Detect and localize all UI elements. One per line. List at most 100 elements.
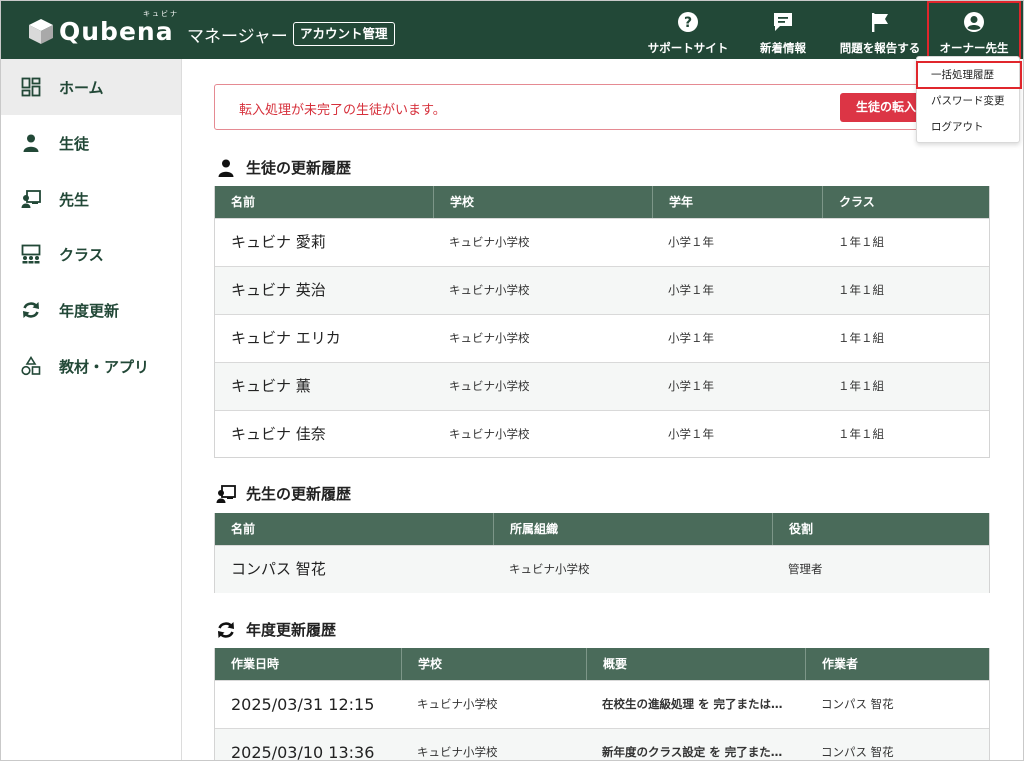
col-class[interactable]: クラス xyxy=(822,186,991,218)
owner-teacher-menu[interactable]: オーナー先生 xyxy=(927,1,1021,59)
year-update-section-title: 年度更新履歴 xyxy=(216,619,336,640)
student-school: キュビナ小学校 xyxy=(449,427,530,441)
student-grade: 小学１年 xyxy=(668,235,714,249)
qubena-logo[interactable]: Qubena キュビナ xyxy=(27,10,187,47)
sidebar: ホーム 生徒 先生 クラス 年度更新 教材・アプリ xyxy=(1,59,182,760)
student-school: キュビナ小学校 xyxy=(449,235,530,249)
student-grade: 小学１年 xyxy=(668,331,714,345)
table-row[interactable]: コンパス 智花 キュビナ小学校 管理者 xyxy=(215,545,989,593)
student-name[interactable]: キュビナ 薫 xyxy=(215,363,311,410)
user-menu-dropdown: 一括処理履歴 パスワード変更 ログアウト xyxy=(916,56,1022,143)
table-header: 名前 所属組織 役割 xyxy=(215,513,989,545)
col-school[interactable]: 学校 xyxy=(433,186,652,218)
sidebar-label-students: 生徒 xyxy=(59,134,90,153)
table-row[interactable]: キュビナ 薫 キュビナ小学校 小学１年 １年１組 xyxy=(215,362,989,410)
sidebar-label-teachers: 先生 xyxy=(59,190,90,209)
sidebar-item-materials-apps[interactable]: 教材・アプリ xyxy=(1,338,181,394)
logo-ruby: キュビナ xyxy=(143,10,179,18)
teacher-icon xyxy=(216,484,236,503)
update-summary: 在校生の進級処理 を 完了または… xyxy=(586,681,805,728)
student-transfer-button[interactable]: 生徒の転入 xyxy=(840,93,920,122)
sidebar-item-year-update[interactable]: 年度更新 xyxy=(1,282,181,338)
cube-logo-icon xyxy=(29,19,53,44)
update-datetime[interactable]: 2025/03/31 12:15 xyxy=(215,681,374,728)
summary-bold: 在校生の進級処理 xyxy=(602,697,694,711)
help-circle-icon: ? xyxy=(678,12,698,32)
student-school: キュビナ小学校 xyxy=(449,379,530,393)
student-name[interactable]: キュビナ エリカ xyxy=(215,315,341,362)
col-organization[interactable]: 所属組織 xyxy=(493,513,772,545)
table-row[interactable]: キュビナ 英治 キュビナ小学校 小学１年 １年１組 xyxy=(215,266,989,314)
message-icon xyxy=(774,13,792,31)
col-grade[interactable]: 学年 xyxy=(652,186,822,218)
year-update-title-text: 年度更新履歴 xyxy=(246,621,337,639)
student-name[interactable]: キュビナ 佳奈 xyxy=(215,411,326,458)
student-school: キュビナ小学校 xyxy=(449,331,530,345)
update-summary: 新年度のクラス設定 を 完了また… xyxy=(586,729,805,760)
support-site-link[interactable]: ? サポートサイト xyxy=(644,1,732,59)
student-grade: 小学１年 xyxy=(668,283,714,297)
table-row[interactable]: キュビナ 佳奈 キュビナ小学校 小学１年 １年１組 xyxy=(215,410,989,458)
sidebar-item-teachers[interactable]: 先生 xyxy=(1,171,181,227)
menu-logout[interactable]: ログアウト xyxy=(917,114,1021,140)
sidebar-item-home[interactable]: ホーム xyxy=(1,59,181,115)
teachers-title-text: 先生の更新履歴 xyxy=(246,485,352,503)
menu-change-password[interactable]: パスワード変更 xyxy=(917,88,1021,114)
student-icon xyxy=(23,134,39,152)
transfer-alert: 転入処理が未完了の生徒がいます。 生徒の転入 xyxy=(214,84,990,130)
student-class: １年１組 xyxy=(838,427,884,441)
student-name[interactable]: キュビナ 愛莉 xyxy=(215,219,326,266)
report-problem-label: 問題を報告する xyxy=(839,41,921,55)
summary-rest: を 完了また… xyxy=(705,745,783,759)
teachers-table: 名前 所属組織 役割 コンパス 智花 キュビナ小学校 管理者 xyxy=(214,513,990,593)
news-link[interactable]: 新着情報 xyxy=(751,1,815,59)
sidebar-label-home: ホーム xyxy=(59,78,104,97)
col-name[interactable]: 名前 xyxy=(215,513,493,545)
sidebar-label-materials-apps: 教材・アプリ xyxy=(59,357,150,376)
logo-text: Qubena xyxy=(59,16,174,46)
col-datetime[interactable]: 作業日時 xyxy=(215,648,401,680)
class-icon xyxy=(21,244,41,264)
teacher-icon xyxy=(21,190,41,208)
teachers-section-title: 先生の更新履歴 xyxy=(216,483,351,504)
teacher-name[interactable]: コンパス 智花 xyxy=(215,546,326,593)
col-role[interactable]: 役割 xyxy=(772,513,991,545)
sidebar-item-classes[interactable]: クラス xyxy=(1,226,181,282)
col-summary[interactable]: 概要 xyxy=(586,648,805,680)
user-circle-icon xyxy=(964,12,984,32)
menu-batch-history[interactable]: 一括処理履歴 xyxy=(916,61,1022,89)
summary-bold: 新年度のクラス設定 xyxy=(602,745,706,759)
student-grade: 小学１年 xyxy=(668,379,714,393)
report-problem-link[interactable]: 問題を報告する xyxy=(836,1,924,59)
dashboard-icon xyxy=(21,77,41,97)
student-class: １年１組 xyxy=(838,379,884,393)
student-name[interactable]: キュビナ 英治 xyxy=(215,267,326,314)
table-row[interactable]: キュビナ 愛莉 キュビナ小学校 小学１年 １年１組 xyxy=(215,218,989,266)
support-site-label: サポートサイト xyxy=(647,41,729,55)
app-name: マネージャー xyxy=(187,27,288,47)
table-row[interactable]: 2025/03/10 13:36 キュビナ小学校 新年度のクラス設定 を 完了ま… xyxy=(215,728,989,760)
alert-message: 転入処理が未完了の生徒がいます。 xyxy=(239,103,446,118)
col-worker[interactable]: 作業者 xyxy=(805,648,991,680)
refresh-icon xyxy=(23,302,39,318)
col-name[interactable]: 名前 xyxy=(215,186,433,218)
student-class: １年１組 xyxy=(838,331,884,345)
students-table: 名前 学校 学年 クラス キュビナ 愛莉 キュビナ小学校 小学１年 １年１組 キ… xyxy=(214,186,990,458)
student-class: １年１組 xyxy=(838,235,884,249)
svg-text:?: ? xyxy=(684,15,692,31)
student-class: １年１組 xyxy=(838,283,884,297)
summary-rest: を 完了または… xyxy=(694,697,783,711)
col-school[interactable]: 学校 xyxy=(401,648,586,680)
owner-teacher-label: オーナー先生 xyxy=(939,41,1009,55)
table-header: 作業日時 学校 概要 作業者 xyxy=(215,648,989,680)
top-header: Qubena キュビナ マネージャー アカウント管理 ? サポートサイト 新着情… xyxy=(1,1,1023,59)
table-row[interactable]: キュビナ エリカ キュビナ小学校 小学１年 １年１組 xyxy=(215,314,989,362)
teacher-role: 管理者 xyxy=(788,562,823,576)
year-update-table: 作業日時 学校 概要 作業者 2025/03/31 12:15 キュビナ小学校 … xyxy=(214,648,990,760)
table-row[interactable]: 2025/03/31 12:15 キュビナ小学校 在校生の進級処理 を 完了また… xyxy=(215,680,989,728)
teacher-organization: キュビナ小学校 xyxy=(509,562,590,576)
app-window: Qubena キュビナ マネージャー アカウント管理 ? サポートサイト 新着情… xyxy=(0,0,1024,761)
sidebar-item-students[interactable]: 生徒 xyxy=(1,115,181,171)
update-datetime[interactable]: 2025/03/10 13:36 xyxy=(215,729,374,760)
update-school: キュビナ小学校 xyxy=(417,697,498,711)
